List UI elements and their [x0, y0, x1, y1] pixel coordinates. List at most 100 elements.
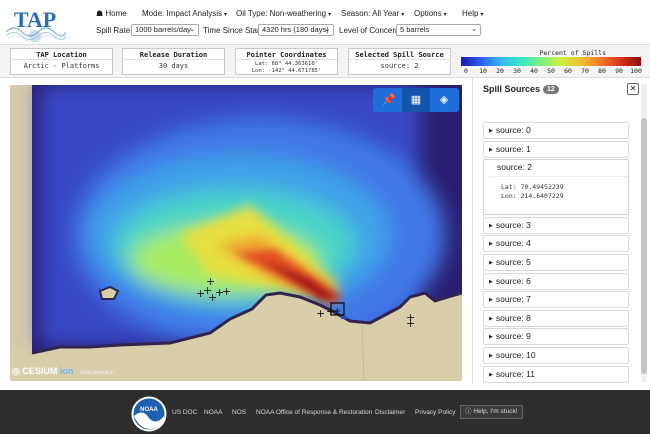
- colorbar-tick: 70: [581, 67, 589, 75]
- colorbar-tick: 90: [615, 67, 623, 75]
- map-toolbar: 📌 ▦ ◈: [373, 88, 459, 112]
- cesium-credit[interactable]: ◎ CESIUM ion Data attribution: [12, 366, 114, 377]
- pin-icon[interactable]: 📌: [375, 88, 403, 112]
- svg-text:+: +: [222, 285, 231, 298]
- spill-rate-select[interactable]: 1000 barrels/day ⌄: [131, 24, 199, 36]
- source-item[interactable]: ▶ source: 0: [483, 122, 629, 139]
- layers-icon[interactable]: ◈: [430, 88, 458, 112]
- nav-oil-type[interactable]: Oil Type: Non-weathering ▾: [236, 9, 331, 18]
- selected-source-box: Selected Spill Source source: 2: [348, 48, 451, 75]
- nav-mode[interactable]: Mode: Impact Analysis ▾: [142, 9, 227, 18]
- source-lat: Lat: 70.49452239: [501, 183, 564, 192]
- source-item[interactable]: ▶ source: 9: [483, 328, 629, 346]
- tap-location-box: TAP Location Arctic - Platforms: [10, 48, 113, 75]
- source-label: source: 8: [495, 312, 531, 323]
- footer-link[interactable]: NOAA Office of Response & Restoration: [256, 409, 372, 416]
- caret-down-icon: ▾: [328, 12, 332, 18]
- sidebar-scrollbar-thumb[interactable]: [641, 118, 647, 374]
- release-duration-title: Release Duration: [123, 49, 224, 60]
- source-lon: Lon: 214.6407229: [501, 192, 564, 201]
- nav-options-label: Options: [414, 9, 442, 18]
- spill-sources-list: ▶ source: 0 ▶ source: 1 source: 2 Lat: 70.494…: [483, 122, 629, 384]
- caret-right-icon: ▶: [489, 371, 493, 378]
- selected-source-value: source: 2: [380, 62, 419, 70]
- nav-help-label: Help: [462, 9, 479, 18]
- colorbar-title: Percent of Spills: [539, 49, 606, 57]
- grid-icon[interactable]: ▦: [402, 88, 430, 112]
- colorbar-tick: 100: [630, 67, 642, 75]
- source-item[interactable]: ▶ source: 6: [483, 272, 629, 290]
- source-label: source: 10: [495, 349, 536, 360]
- time-since-start-select[interactable]: 4320 hrs (180 days) ⌄: [258, 24, 334, 36]
- footer-link[interactable]: Disclaimer: [375, 409, 405, 416]
- info-strip: TAP Location Arctic - Platforms Release …: [0, 44, 650, 78]
- spill-sources-count-badge: 12: [543, 85, 559, 94]
- help-stuck-button[interactable]: ⓘ Help, I'm stuck!: [460, 405, 523, 419]
- footer-link[interactable]: Privacy Policy: [415, 409, 455, 416]
- level-of-concern-select[interactable]: 5 barrels ⌄: [396, 24, 481, 36]
- tap-location-title: TAP Location: [11, 49, 112, 60]
- nav-mode-label: Mode: Impact Analysis: [142, 9, 223, 18]
- home-icon: ☗: [96, 9, 104, 18]
- caret-right-icon: ▶: [489, 146, 493, 153]
- source-item[interactable]: ▶ source: 4: [483, 235, 629, 253]
- source-item[interactable]: ▶ source: 3: [483, 216, 629, 234]
- tap-logo[interactable]: TAP: [4, 2, 66, 42]
- source-label: source: 11: [495, 368, 535, 379]
- close-icon[interactable]: ✕: [627, 83, 639, 95]
- footer-link[interactable]: NOS: [232, 409, 246, 416]
- source-item[interactable]: ▶ source: 7: [483, 291, 629, 309]
- data-attribution-link[interactable]: Data attribution: [80, 370, 114, 376]
- pointer-lon: Lon: -142° 44.671785': [251, 68, 322, 74]
- colorbar: Percent of Spills 0 10 20 30 40 50 60 70 80 90 100: [461, 49, 642, 76]
- nav-home[interactable]: ☗ Home: [96, 9, 127, 18]
- spill-rate-label: Spill Rate:: [96, 26, 133, 35]
- source-item[interactable]: ▶ source: 8: [483, 309, 629, 327]
- colorbar-tick: 0: [464, 67, 468, 75]
- info-icon: ⓘ: [465, 408, 472, 415]
- caret-right-icon: ▶: [489, 297, 493, 304]
- source-item[interactable]: ▶ source: 11: [483, 365, 629, 383]
- nav-options[interactable]: Options ▾: [414, 9, 447, 18]
- level-of-concern-label: Level of Concern:: [339, 26, 402, 35]
- time-since-start-label: Time Since Start:: [203, 26, 265, 35]
- caret-down-icon: ▾: [224, 12, 228, 18]
- svg-text:+: +: [406, 317, 415, 330]
- caret-down-icon: ▾: [480, 12, 484, 18]
- caret-right-icon: ▶: [489, 278, 493, 285]
- help-stuck-label: Help, I'm stuck!: [473, 408, 518, 415]
- source-label: source: 0: [495, 125, 531, 135]
- colorbar-gradient: [461, 57, 641, 66]
- caret-right-icon: ▶: [489, 259, 493, 266]
- colorbar-tick: 60: [564, 67, 572, 75]
- chevron-down-icon: ⌄: [189, 26, 195, 33]
- nav-season-label: Season: All Year: [341, 9, 400, 18]
- nav-oil-type-label: Oil Type: Non-weathering: [236, 9, 327, 18]
- source-item[interactable]: ▶ source: 10: [483, 346, 629, 364]
- nav-season[interactable]: Season: All Year ▾: [341, 9, 404, 18]
- colorbar-tick: 80: [598, 67, 606, 75]
- source-item[interactable]: ▶ source: 1: [483, 140, 629, 158]
- caret-right-icon: ▶: [489, 128, 493, 134]
- spill-sources-panel: Spill Sources 12 ✕ ▶ source: 0 ▶ source: 1 so…: [472, 78, 650, 384]
- footer-link[interactable]: US DOC: [172, 409, 197, 416]
- tap-location-value: Arctic - Platforms: [23, 62, 100, 70]
- source-label: source: 2: [489, 160, 628, 178]
- svg-text:TAP: TAP: [14, 7, 56, 32]
- level-of-concern-value: 5 barrels: [400, 25, 430, 34]
- time-since-start-value: 4320 hrs (180 days): [262, 25, 329, 34]
- release-duration-value: 30 days: [158, 62, 189, 70]
- map-canvas[interactable]: + + + + + + + + + + +: [10, 85, 462, 381]
- nav-help[interactable]: Help ▾: [462, 9, 483, 18]
- map-view[interactable]: + + + + + + + + + + +: [10, 85, 462, 381]
- source-item-expanded[interactable]: source: 2 Lat: 70.49452239 Lon: 214.640722…: [483, 159, 629, 216]
- source-item[interactable]: ▶ source: 5: [483, 253, 629, 271]
- noaa-logo[interactable]: NOAA: [131, 396, 167, 432]
- source-label: source: 7: [495, 294, 531, 305]
- cesium-logo-icon: ◎: [12, 366, 20, 376]
- spill-rate-value: 1000 barrels/day: [135, 25, 191, 34]
- footer-link[interactable]: NOAA: [204, 409, 222, 416]
- caret-right-icon: ▶: [489, 241, 493, 248]
- caret-down-icon: ▾: [401, 12, 405, 18]
- source-label: source: 9: [495, 331, 531, 342]
